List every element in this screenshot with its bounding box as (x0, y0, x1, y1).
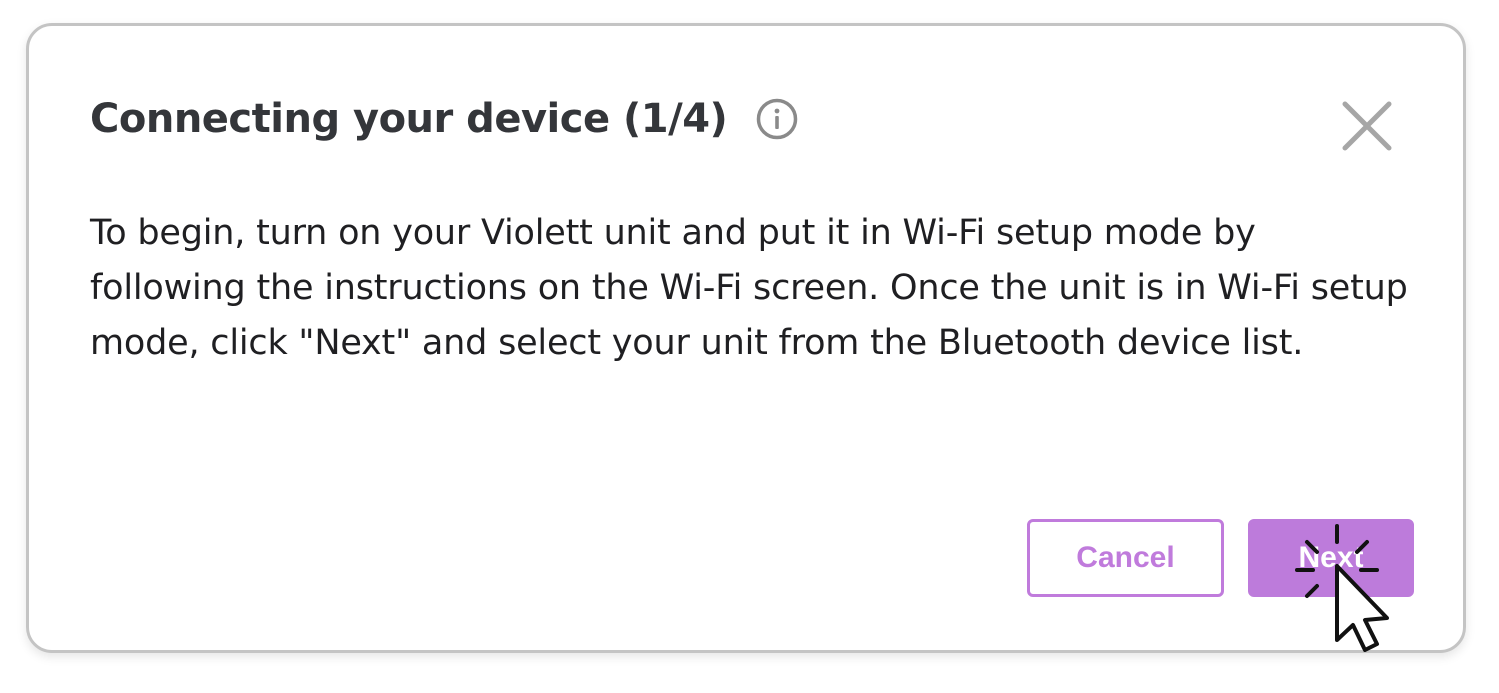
cancel-button[interactable]: Cancel (1027, 519, 1224, 597)
dialog-title: Connecting your device (1/4) (90, 96, 728, 142)
setup-dialog: Connecting your device (1/4) To begin, t… (26, 23, 1466, 653)
dialog-body-text: To begin, turn on your Violett unit and … (90, 213, 1408, 363)
info-icon[interactable] (755, 97, 799, 141)
next-button[interactable]: Next (1248, 519, 1414, 597)
close-icon[interactable] (1341, 100, 1393, 152)
dialog-header: Connecting your device (1/4) (90, 96, 799, 142)
